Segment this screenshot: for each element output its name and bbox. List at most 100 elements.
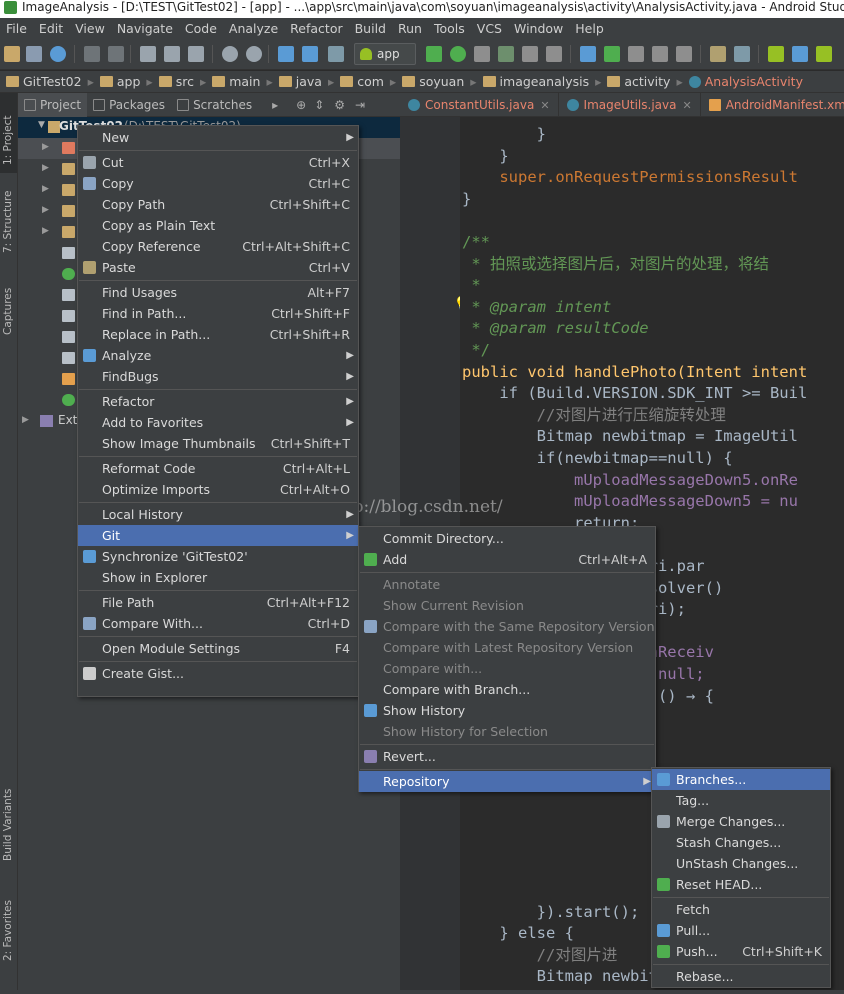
menu-item-paste[interactable]: Paste Ctrl+V [78,257,358,278]
tool-favorites[interactable]: 2: Favorites [2,900,14,961]
menu-item-show-history-for-selection[interactable]: Show History for Selection [359,721,655,742]
close-icon[interactable]: ✕ [682,99,691,112]
breadcrumb-item[interactable]: app ▸ [94,74,153,89]
menu-item-local-history[interactable]: Local History ▶ [78,504,358,525]
collapse-all-icon[interactable]: ⇕ [314,98,324,112]
collapse-arrow-icon[interactable]: ▶ [42,205,49,215]
cut-icon[interactable] [140,46,156,62]
menu-item-compare-with-the-same-repository-version[interactable]: Compare with the Same Repository Version [359,616,655,637]
menu-item-tag[interactable]: Tag... [652,790,830,811]
vcs-history-icon[interactable] [652,46,668,62]
menu-file[interactable]: File [0,21,33,36]
menu-item-synchronize-gittest02[interactable]: Synchronize 'GitTest02' [78,546,358,567]
rerun-icon[interactable] [522,46,538,62]
vcs-update-icon[interactable] [580,46,596,62]
menu-item-compare-with-latest-repository-version[interactable]: Compare with Latest Repository Version [359,637,655,658]
breadcrumb-item[interactable]: com ▸ [334,74,396,89]
find-icon[interactable] [222,46,238,62]
menu-item-reformat-code[interactable]: Reformat Code Ctrl+Alt+L [78,458,358,479]
menu-item-revert[interactable]: Revert... [359,746,655,767]
replace-icon[interactable] [246,46,262,62]
undo-icon[interactable] [84,46,100,62]
vcs-revert-icon[interactable] [676,46,692,62]
stop-icon[interactable] [546,46,562,62]
menu-item-fetch[interactable]: Fetch [652,899,830,920]
menu-item-findbugs[interactable]: FindBugs ▶ [78,366,358,387]
sdk-manager-icon[interactable] [792,46,808,62]
menu-item-merge-changes[interactable]: Merge Changes... [652,811,830,832]
attach-debugger-icon[interactable] [474,46,490,62]
debug-icon[interactable] [450,46,466,62]
menu-item-copy[interactable]: Copy Ctrl+C [78,173,358,194]
menu-item-add[interactable]: Add Ctrl+Alt+A [359,549,655,570]
tool-build-variants[interactable]: Build Variants [2,789,14,861]
menu-item-copy-as-plain-text[interactable]: Copy as Plain Text [78,215,358,236]
breadcrumb-item[interactable]: soyuan ▸ [396,74,477,89]
menu-item-create-gist[interactable]: Create Gist... [78,663,358,684]
menu-item-show-current-revision[interactable]: Show Current Revision [359,595,655,616]
breadcrumb-item[interactable]: src ▸ [153,74,206,89]
save-icon[interactable] [26,46,42,62]
menu-help[interactable]: Help [569,21,610,36]
breadcrumb-item[interactable]: activity ▸ [601,74,683,89]
expand-arrow-icon[interactable]: ▼ [38,120,45,130]
android-device-monitor-icon[interactable] [816,46,832,62]
menu-item-analyze[interactable]: Analyze ▶ [78,345,358,366]
menu-item-push[interactable]: Push... Ctrl+Shift+K [652,941,830,962]
menu-item-repository[interactable]: Repository ▶ [359,771,655,792]
menu-item-copy-path[interactable]: Copy Path Ctrl+Shift+C [78,194,358,215]
make-project-icon[interactable] [328,46,344,62]
menu-refactor[interactable]: Refactor [284,21,348,36]
menu-item-new[interactable]: New ▶ [78,127,358,148]
menu-item-rebase[interactable]: Rebase... [652,966,830,987]
menu-item-refactor[interactable]: Refactor ▶ [78,391,358,412]
menu-item-annotate[interactable]: Annotate [359,574,655,595]
menu-item-git[interactable]: Git ▶ [78,525,358,546]
breadcrumb-item[interactable]: main ▸ [206,74,273,89]
collapse-arrow-icon[interactable]: ▶ [42,226,49,236]
menu-window[interactable]: Window [508,21,569,36]
menu-item-unstash-changes[interactable]: UnStash Changes... [652,853,830,874]
redo-icon[interactable] [108,46,124,62]
open-folder-icon[interactable] [4,46,20,62]
forward-icon[interactable] [302,46,318,62]
menu-item-file-path[interactable]: File Path Ctrl+Alt+F12 [78,592,358,613]
apply-changes-icon[interactable] [498,46,514,62]
back-icon[interactable] [278,46,294,62]
menu-item-cut[interactable]: Cut Ctrl+X [78,152,358,173]
menu-item-commit-directory[interactable]: Commit Directory... [359,528,655,549]
run-config-select[interactable]: app [354,43,416,65]
menu-vcs[interactable]: VCS [471,21,508,36]
run-icon[interactable] [426,46,442,62]
tab-project[interactable]: Project [18,92,88,117]
tab-constantutils[interactable]: ConstantUtils.java ✕ [400,93,559,116]
menu-item-replace-in-path[interactable]: Replace in Path... Ctrl+Shift+R [78,324,358,345]
tool-project[interactable]: 1: Project [2,116,14,165]
sync-icon[interactable] [50,46,66,62]
tool-captures[interactable]: Captures [2,288,14,335]
menu-build[interactable]: Build [349,21,392,36]
menu-item-add-to-favorites[interactable]: Add to Favorites ▶ [78,412,358,433]
menu-item-copy-reference[interactable]: Copy Reference Ctrl+Alt+Shift+C [78,236,358,257]
menu-view[interactable]: View [69,21,111,36]
menu-item-show-in-explorer[interactable]: Show in Explorer [78,567,358,588]
collapse-arrow-icon[interactable]: ▶ [22,415,29,425]
menu-run[interactable]: Run [392,21,428,36]
vcs-compare-icon[interactable] [628,46,644,62]
menu-item-reset-head[interactable]: Reset HEAD... [652,874,830,895]
menu-tools[interactable]: Tools [428,21,471,36]
menu-item-pull[interactable]: Pull... [652,920,830,941]
menu-item-compare-with-branch[interactable]: Compare with Branch... [359,679,655,700]
panel-dropdown-icon[interactable]: ▸ [272,98,278,112]
scroll-from-source-icon[interactable]: ⊕ [296,98,306,112]
tab-imageutils[interactable]: ImageUtils.java ✕ [559,93,701,116]
settings-icon[interactable] [710,46,726,62]
menu-edit[interactable]: Edit [33,21,69,36]
menu-item-branches[interactable]: Branches... [652,769,830,790]
menu-item-show-image-thumbnails[interactable]: Show Image Thumbnails Ctrl+Shift+T [78,433,358,454]
breadcrumb-item[interactable]: GitTest02 ▸ [0,74,94,89]
menu-item-find-in-path[interactable]: Find in Path... Ctrl+Shift+F [78,303,358,324]
tab-androidmanifest[interactable]: AndroidManifest.xml [701,93,844,116]
copy-icon[interactable] [164,46,180,62]
menu-item-optimize-imports[interactable]: Optimize Imports Ctrl+Alt+O [78,479,358,500]
